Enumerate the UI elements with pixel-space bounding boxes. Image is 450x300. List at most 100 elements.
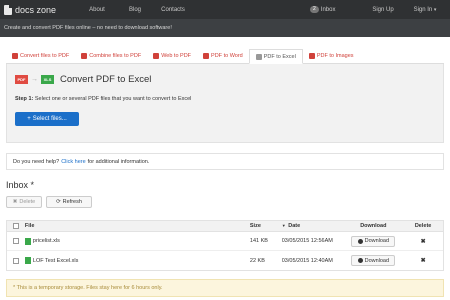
help-prefix: Do you need help?: [13, 158, 60, 165]
storage-notice: * This is a temporary storage. Files sta…: [6, 279, 444, 297]
nav-signin-label: Sign In: [413, 6, 433, 13]
step-text: Select one or several PDF files that you…: [34, 96, 192, 102]
col-delete: Delete: [414, 223, 432, 229]
nav-link-blog[interactable]: Blog: [116, 7, 154, 13]
row-checkbox[interactable]: [12, 238, 19, 244]
pdf-icon: [308, 53, 315, 59]
delete-cell: ✖: [403, 238, 443, 245]
nav-right: 2 Inbox Sign Up Sign In ▾: [310, 6, 446, 13]
inbox-count-badge: 2: [310, 6, 319, 13]
document-icon: [4, 4, 12, 15]
nav-signin-link[interactable]: Sign In ▾: [404, 7, 446, 13]
pdf-icon: [12, 53, 18, 59]
tab-convert-to-pdf[interactable]: Convert files to PDF: [6, 49, 75, 63]
nav-inbox-link[interactable]: 2 Inbox: [310, 6, 362, 13]
select-files-label: Select files...: [32, 116, 67, 122]
download-cell: Download: [343, 235, 403, 247]
col-size[interactable]: Size: [250, 223, 282, 229]
close-icon: ✖: [12, 199, 18, 205]
brand-name: docs zone: [15, 4, 57, 15]
download-cell: Download: [343, 255, 403, 266]
col-download: Download: [360, 223, 387, 229]
delete-row-icon[interactable]: ✖: [421, 257, 426, 264]
select-files-button[interactable]: + Select files...: [15, 112, 79, 126]
excel-file-icon: XLS: [41, 75, 54, 84]
file-date: 03/05/2015 12:56AM: [281, 238, 333, 244]
tab-combine-to-pdf[interactable]: Combine files to PDF: [75, 49, 147, 63]
table-row: LOF Test Excel.xls 22 KB 03/05/2015 12:4…: [7, 251, 443, 270]
row-check-cell: [7, 257, 25, 264]
inbox-table: File Size ▼ Date Download Delete priceli…: [6, 220, 444, 271]
tab-label: Combine files to PDF: [89, 53, 142, 59]
tab-pdf-to-images[interactable]: PDF to Images: [303, 49, 360, 63]
nav-link-about[interactable]: About: [78, 7, 116, 13]
convert-title: Convert PDF to Excel: [60, 74, 152, 85]
delete-row-icon[interactable]: ✖: [421, 238, 426, 245]
help-suffix: for additional information.: [87, 158, 150, 165]
tab-label: Convert files to PDF: [20, 53, 70, 59]
col-file: File: [24, 223, 35, 229]
col-date[interactable]: ▼ Date: [282, 223, 344, 229]
file-size: 141 KB: [249, 238, 268, 244]
file-date: 03/05/2015 12:40AM: [281, 257, 333, 264]
pdf-icon: [81, 53, 88, 59]
refresh-icon: ⟳: [56, 199, 61, 205]
tab-pdf-to-word[interactable]: PDF to Word: [197, 49, 249, 63]
select-all-cell: [7, 223, 25, 229]
col-date-label: Date: [288, 223, 301, 229]
row-check-cell: [7, 238, 25, 244]
help-link[interactable]: Click here: [61, 159, 85, 165]
tab-label: PDF to Word: [211, 53, 243, 59]
storage-notice-text: * This is a temporary storage. Files sta…: [13, 285, 163, 291]
download-label: Download: [364, 257, 390, 264]
delete-button[interactable]: ✖ Delete: [6, 196, 42, 208]
top-navbar: docs zone About Blog Contacts 2 Inbox Si…: [0, 0, 450, 19]
tab-label: Web to PDF: [161, 53, 192, 59]
download-icon: [357, 238, 363, 244]
brand-logo[interactable]: docs zone: [4, 4, 74, 15]
tab-label: PDF to Excel: [263, 53, 296, 60]
file-name: pricelist.xls: [32, 238, 60, 244]
row-checkbox[interactable]: [12, 257, 19, 264]
web-icon: [153, 53, 160, 59]
download-icon: [357, 258, 363, 263]
nav-inbox-label: Inbox: [320, 6, 336, 13]
nav-signup-link[interactable]: Sign Up: [362, 7, 404, 13]
nav-link-contacts[interactable]: Contacts: [154, 7, 192, 13]
tab-pdf-to-excel[interactable]: PDF to Excel: [248, 49, 303, 64]
refresh-button[interactable]: ⟳ Refresh: [46, 196, 92, 208]
download-button[interactable]: Download: [351, 235, 396, 247]
tab-web-to-pdf[interactable]: Web to PDF: [147, 49, 197, 63]
delete-button-label: Delete: [19, 199, 36, 205]
file-size: 22 KB: [249, 257, 265, 264]
caret-down-icon: ▾: [433, 6, 437, 13]
select-all-checkbox[interactable]: [12, 223, 19, 229]
file-name: LOF Test Excel.xls: [32, 257, 79, 264]
excel-file-icon: [24, 257, 31, 264]
pdf-file-icon: PDF: [15, 75, 28, 84]
arrow-right-icon: →: [31, 76, 38, 83]
delete-cell: ✖: [403, 257, 443, 264]
excel-file-icon: [24, 237, 31, 245]
download-label: Download: [364, 238, 390, 244]
convert-panel: PDF → XLS Convert PDF to Excel Step 1: S…: [6, 64, 444, 143]
file-cell: pricelist.xls: [24, 237, 250, 245]
table-header: File Size ▼ Date Download Delete: [7, 221, 443, 232]
plus-icon: +: [27, 116, 31, 122]
tagline-bar: Create and convert PDF files online – no…: [0, 19, 450, 37]
step-instruction: Step 1: Select one or several PDF files …: [15, 96, 191, 102]
pdf-icon: [255, 53, 262, 60]
refresh-button-label: Refresh: [62, 199, 82, 205]
help-bar: Do you need help? Click here for additio…: [6, 153, 444, 170]
file-cell: LOF Test Excel.xls: [24, 257, 250, 264]
table-row: pricelist.xls 141 KB 03/05/2015 12:56AM …: [7, 232, 443, 251]
inbox-title: Inbox *: [6, 180, 35, 190]
pdf-icon: [203, 53, 210, 59]
step-label: Step 1:: [15, 96, 34, 102]
nav-links: About Blog Contacts: [78, 7, 192, 13]
convert-heading: PDF → XLS Convert PDF to Excel: [15, 74, 151, 85]
tab-label: PDF to Images: [316, 53, 354, 59]
tool-tabs: Convert files to PDF Combine files to PD…: [6, 49, 444, 64]
tagline-text: Create and convert PDF files online – no…: [4, 25, 172, 31]
download-button[interactable]: Download: [351, 255, 396, 266]
